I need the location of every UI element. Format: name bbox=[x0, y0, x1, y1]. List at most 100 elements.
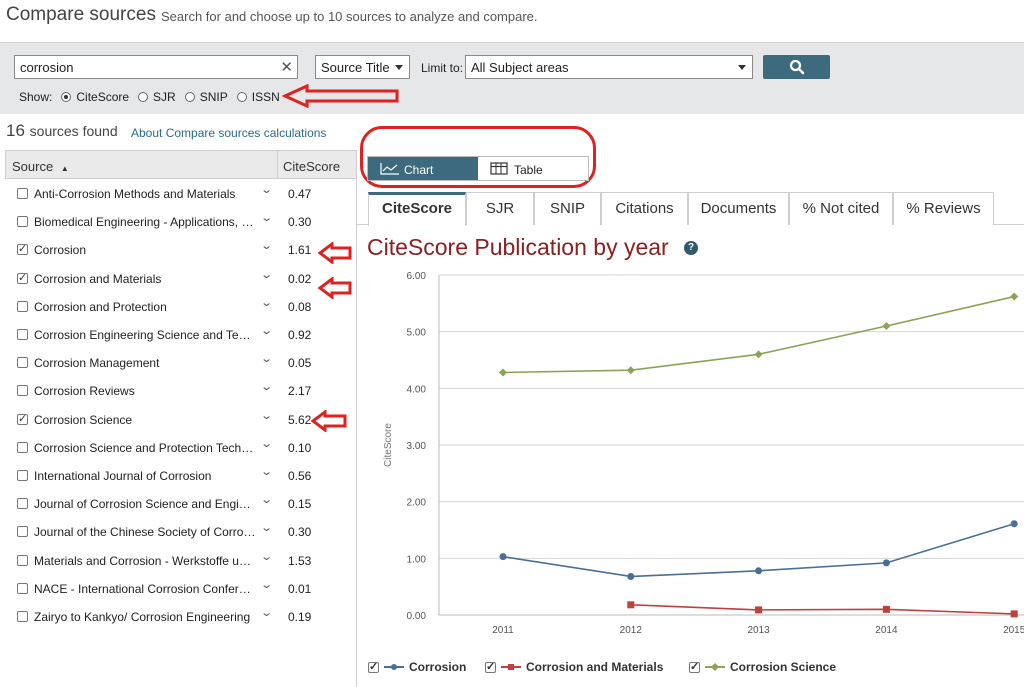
legend-marker-square bbox=[501, 664, 521, 670]
source-checkbox[interactable] bbox=[17, 357, 28, 369]
chevron-down-icon[interactable]: ⌄ bbox=[260, 578, 273, 591]
list-item[interactable]: International Journal of Corrosion ⌄ 0.56 bbox=[5, 462, 357, 490]
search-button[interactable] bbox=[763, 55, 830, 79]
chevron-down-icon[interactable]: ⌄ bbox=[260, 409, 273, 422]
source-citescore: 0.30 bbox=[288, 215, 312, 230]
source-checkbox[interactable] bbox=[17, 188, 28, 199]
chevron-down-icon[interactable]: ⌄ bbox=[260, 493, 273, 506]
source-checkbox[interactable] bbox=[17, 498, 28, 510]
list-item[interactable]: Materials and Corrosion - Werkstoffe und… bbox=[5, 547, 357, 575]
list-item[interactable]: Corrosion Engineering Science and Techno… bbox=[5, 321, 357, 349]
source-type-select[interactable]: Source Title bbox=[315, 55, 410, 79]
data-point bbox=[882, 322, 891, 330]
source-checkbox[interactable] bbox=[17, 611, 28, 622]
source-checkbox[interactable] bbox=[17, 554, 28, 566]
list-item[interactable]: NACE - International Corrosion Conferenc… bbox=[5, 575, 357, 603]
source-checkbox[interactable] bbox=[17, 412, 28, 425]
chevron-down-icon[interactable]: ⌄ bbox=[260, 606, 273, 619]
source-checkbox[interactable] bbox=[17, 242, 28, 256]
source-checkbox[interactable] bbox=[17, 441, 28, 453]
tab-documents[interactable]: Documents bbox=[688, 192, 789, 225]
column-citescore[interactable]: CiteScore bbox=[283, 159, 340, 174]
list-item[interactable]: Corrosion Science ⌄ 5.62 bbox=[5, 406, 357, 434]
data-point bbox=[882, 559, 890, 567]
about-calculations-link[interactable]: About Compare sources calculations bbox=[131, 126, 326, 140]
list-item[interactable]: Biomedical Engineering - Applications, B… bbox=[5, 208, 357, 236]
search-icon bbox=[789, 59, 805, 75]
legend-checkbox[interactable] bbox=[689, 660, 700, 673]
chevron-down-icon[interactable]: ⌄ bbox=[260, 239, 273, 252]
search-input[interactable]: corrosion ✕ bbox=[14, 55, 298, 79]
source-name: International Journal of Corrosion bbox=[34, 469, 212, 483]
chevron-down-icon[interactable]: ⌄ bbox=[260, 550, 273, 563]
source-citescore: 1.53 bbox=[288, 553, 312, 568]
chevron-down-icon[interactable]: ⌄ bbox=[260, 465, 273, 478]
list-item[interactable]: Corrosion Science and Protection Technol… bbox=[5, 434, 357, 462]
source-checkbox[interactable] bbox=[17, 300, 28, 312]
legend-item-corrosion[interactable]: Corrosion bbox=[368, 660, 466, 674]
tab-citescore[interactable]: CiteScore bbox=[368, 192, 466, 226]
chevron-down-icon[interactable]: ⌄ bbox=[260, 437, 273, 450]
page-title: Compare sources bbox=[6, 4, 156, 25]
list-item[interactable]: Corrosion Reviews ⌄ 2.17 bbox=[5, 377, 357, 405]
tab-snip[interactable]: SNIP bbox=[534, 192, 601, 225]
chevron-down-icon[interactable]: ⌄ bbox=[260, 521, 273, 534]
tab-not-cited[interactable]: % Not cited bbox=[789, 192, 893, 225]
source-citescore: 5.62 bbox=[288, 412, 312, 427]
y-axis-label: CiteScore bbox=[383, 423, 394, 467]
source-checkbox[interactable] bbox=[17, 470, 28, 481]
tab-citations[interactable]: Citations bbox=[601, 192, 688, 225]
list-item[interactable]: Journal of the Chinese Society of Corros… bbox=[5, 518, 357, 546]
list-item[interactable]: Corrosion Management ⌄ 0.05 bbox=[5, 349, 357, 377]
help-icon[interactable]: ? bbox=[684, 241, 698, 255]
column-source[interactable]: Source ▲ bbox=[12, 159, 69, 174]
data-point bbox=[499, 368, 507, 377]
legend-checkbox[interactable] bbox=[368, 660, 379, 673]
list-item[interactable]: Zairyo to Kankyo/ Corrosion Engineering ⌄… bbox=[5, 603, 357, 631]
chart-view-label: Chart bbox=[404, 163, 434, 177]
source-checkbox[interactable] bbox=[17, 526, 28, 538]
chevron-down-icon[interactable]: ⌄ bbox=[260, 211, 273, 224]
table-view-button[interactable]: Table bbox=[478, 157, 588, 180]
legend-checkbox[interactable] bbox=[485, 660, 496, 673]
radio-snip[interactable] bbox=[184, 92, 195, 102]
chevron-down-icon[interactable]: ⌄ bbox=[260, 183, 273, 196]
list-item[interactable]: Corrosion and Protection ⌄ 0.08 bbox=[5, 293, 357, 321]
radio-issn[interactable] bbox=[236, 92, 247, 102]
column-source-label: Source bbox=[12, 159, 54, 174]
chevron-down-icon[interactable]: ⌄ bbox=[260, 268, 273, 281]
source-name: Corrosion Management bbox=[34, 356, 160, 371]
radio-citescore-label[interactable]: CiteScore bbox=[76, 90, 129, 104]
y-tick-label: 6.00 bbox=[407, 271, 427, 282]
close-icon[interactable]: ✕ bbox=[280, 58, 293, 76]
view-toggle: Chart Table bbox=[367, 156, 589, 181]
list-item[interactable]: Corrosion ⌄ 1.61 bbox=[5, 236, 357, 264]
source-checkbox[interactable] bbox=[17, 216, 28, 228]
radio-citescore[interactable] bbox=[61, 92, 72, 102]
search-input-value[interactable]: corrosion bbox=[20, 60, 73, 75]
legend-item-corrosion-and-materials[interactable]: Corrosion and Materials bbox=[485, 660, 663, 674]
legend-item-corrosion-science[interactable]: Corrosion Science bbox=[689, 660, 836, 674]
radio-sjr-label[interactable]: SJR bbox=[153, 90, 176, 104]
list-item[interactable]: Journal of Corrosion Science and Enginee… bbox=[5, 490, 357, 518]
x-tick-label: 2014 bbox=[875, 625, 898, 636]
limit-to-label: Limit to: bbox=[421, 61, 464, 75]
source-checkbox[interactable] bbox=[17, 582, 28, 594]
subject-area-select[interactable]: All Subject areas bbox=[465, 55, 753, 79]
chevron-down-icon[interactable]: ⌄ bbox=[260, 296, 273, 309]
tab-reviews[interactable]: % Reviews bbox=[893, 192, 994, 225]
source-checkbox[interactable] bbox=[17, 329, 28, 340]
chevron-down-icon[interactable]: ⌄ bbox=[260, 352, 273, 365]
chevron-down-icon[interactable]: ⌄ bbox=[260, 380, 273, 393]
tab-sjr[interactable]: SJR bbox=[466, 192, 534, 225]
radio-issn-label[interactable]: ISSN bbox=[252, 90, 280, 104]
source-checkbox[interactable] bbox=[17, 271, 28, 284]
chevron-down-icon[interactable]: ⌄ bbox=[260, 324, 273, 337]
radio-sjr[interactable] bbox=[138, 92, 149, 102]
chart-view-button[interactable]: Chart bbox=[368, 157, 478, 180]
list-item[interactable]: Corrosion and Materials ⌄ 0.02 bbox=[5, 265, 357, 293]
source-name: NACE - International Corrosion Conferenc… bbox=[34, 581, 256, 596]
list-item[interactable]: Anti-Corrosion Methods and Materials ⌄ 0.4… bbox=[5, 180, 357, 208]
radio-snip-label[interactable]: SNIP bbox=[200, 90, 228, 104]
source-checkbox[interactable] bbox=[17, 385, 28, 397]
